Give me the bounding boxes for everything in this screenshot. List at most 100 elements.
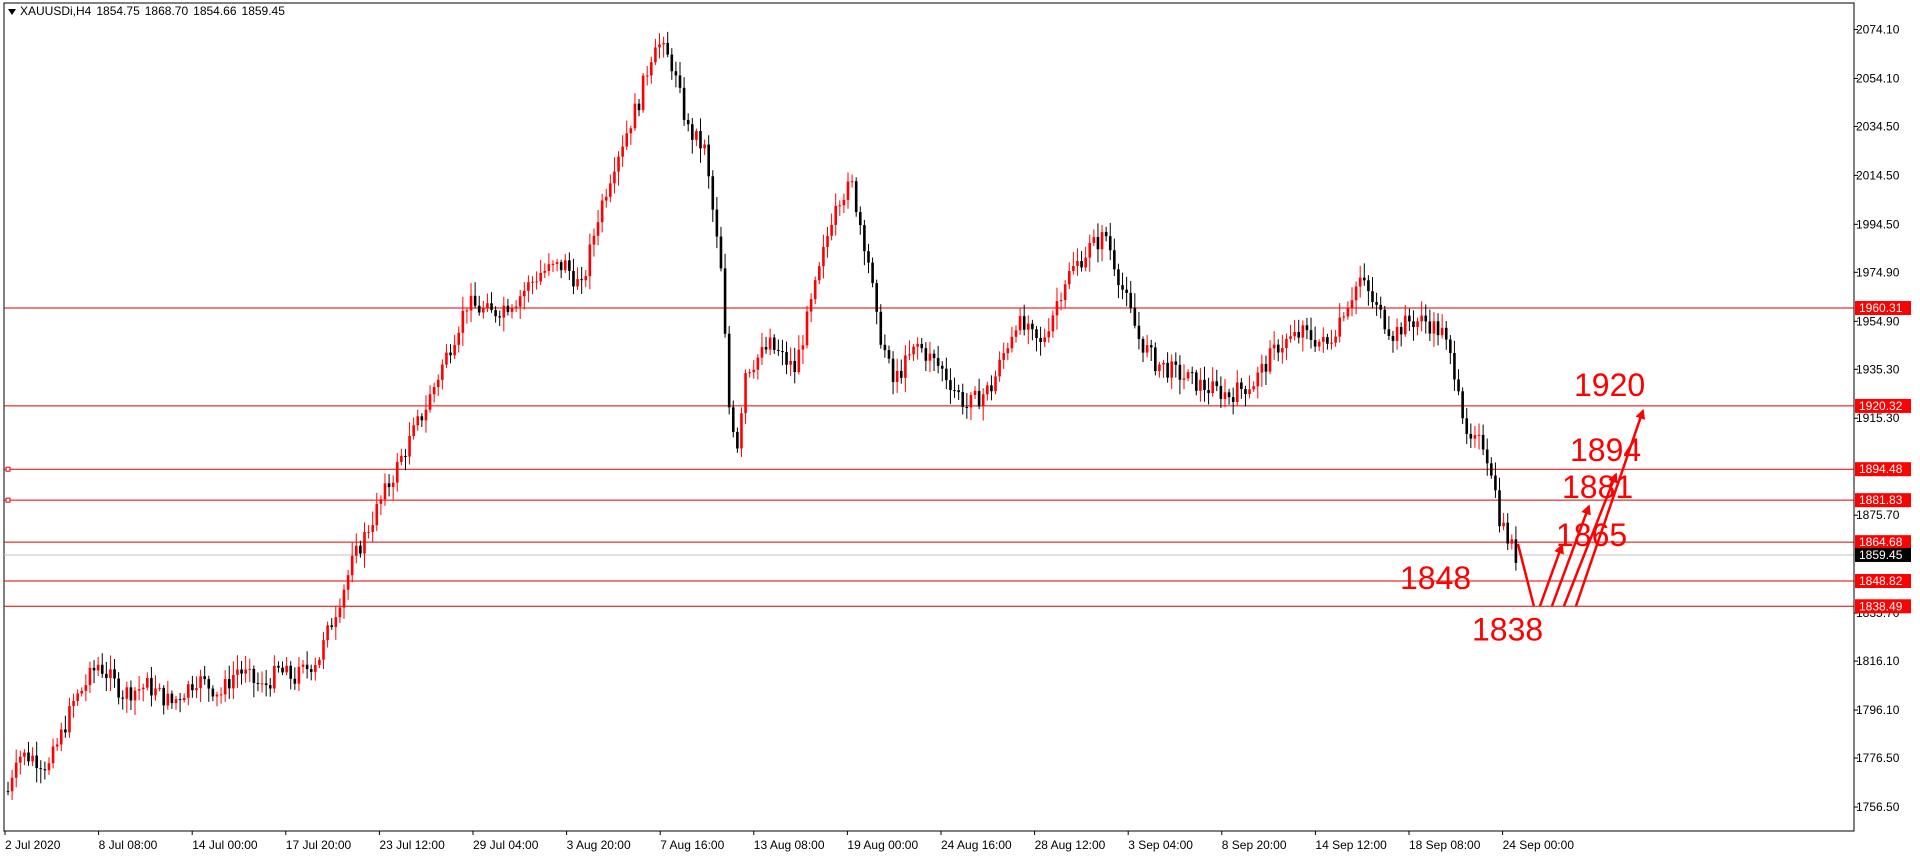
candle [1498, 477, 1501, 533]
candle [80, 687, 84, 697]
candle [10, 769, 14, 800]
candle [650, 56, 653, 84]
candle-body [404, 455, 407, 457]
candle-body [887, 350, 891, 359]
level-anchor-icon [5, 466, 11, 472]
candle-body [420, 416, 424, 421]
candle [486, 293, 489, 313]
candle [1215, 369, 1219, 392]
candle-body [55, 744, 59, 747]
candle-body [203, 676, 206, 680]
candle [969, 392, 973, 420]
candle [1367, 275, 1370, 306]
candle-body [891, 358, 895, 383]
candle-body [772, 337, 776, 350]
candle-body [1424, 315, 1428, 322]
candle [1408, 308, 1411, 331]
candle [793, 347, 797, 384]
candle [1170, 354, 1174, 389]
candle-body [441, 364, 444, 380]
candle [371, 511, 374, 542]
candle-body [1174, 361, 1178, 365]
candle [1162, 360, 1165, 378]
candle [88, 661, 92, 693]
candle-body [244, 669, 247, 674]
candle [178, 693, 182, 713]
candle-body [1338, 317, 1342, 337]
candle [125, 681, 129, 713]
candle [932, 349, 936, 372]
candle-body [744, 373, 747, 414]
candle-body [80, 690, 84, 694]
candle [1399, 322, 1403, 347]
candle-body [1436, 321, 1440, 336]
candle [92, 660, 96, 684]
candle [412, 417, 415, 440]
candle-body [371, 525, 374, 532]
candle [1490, 457, 1493, 479]
candle-body [498, 316, 502, 318]
candle [563, 253, 567, 273]
candle [1174, 352, 1178, 378]
candle [1084, 246, 1087, 272]
candle-body [838, 205, 842, 207]
price-chart[interactable]: 1920 18941881 1865 18481838 2074.10 2054.10 2… [0, 0, 1920, 858]
candle [268, 678, 272, 697]
candle [818, 262, 821, 285]
level-tag-label: 1838.49 [1859, 599, 1903, 613]
candle-body [424, 409, 428, 421]
x-tick-label: 8 Sep 20:00 [1222, 838, 1287, 852]
candle-body [1420, 315, 1423, 322]
candle [387, 474, 391, 497]
candle [1354, 281, 1358, 315]
current-price-tag: 1859.45 [1855, 547, 1911, 562]
candle [404, 448, 407, 471]
candle-body [1293, 331, 1296, 337]
candle-body [1498, 490, 1501, 527]
candle-body [1362, 277, 1366, 281]
candle [39, 760, 43, 784]
candle-body [654, 47, 657, 63]
candle-body [14, 762, 18, 778]
candle-body [64, 729, 67, 733]
candle [842, 193, 846, 214]
chart-window[interactable]: 1920 1894 1881 1865 1848 1838 2074.10 2054.10 2… [0, 0, 1920, 858]
candle-body [764, 347, 768, 350]
candle-body [1256, 372, 1260, 387]
candle-body [1334, 336, 1337, 343]
candle-body [121, 697, 125, 699]
candle [1194, 369, 1198, 396]
candle-body [1469, 433, 1473, 439]
candle [1440, 314, 1444, 339]
candle [682, 77, 686, 126]
candle [1137, 311, 1141, 350]
dropdown-triangle-icon[interactable] [8, 8, 16, 15]
candle-body [506, 305, 510, 312]
candle [1035, 326, 1038, 352]
candle-body [215, 694, 219, 697]
candle-body [1014, 330, 1018, 337]
candle [1022, 304, 1026, 336]
candle [1428, 309, 1432, 342]
candle [1309, 317, 1313, 349]
candle [1072, 252, 1075, 275]
candle-body [264, 683, 268, 686]
candle-body [150, 678, 153, 696]
candle [1391, 330, 1395, 353]
candle [895, 358, 899, 393]
candle-body [785, 352, 788, 365]
candle [949, 368, 952, 404]
candle-body [1158, 364, 1161, 372]
candle-body [928, 353, 932, 361]
candle-body [1199, 379, 1202, 391]
candle [678, 62, 682, 94]
candle-body [727, 333, 731, 408]
candle [400, 448, 403, 466]
candle-body [457, 332, 461, 345]
candle-body [477, 305, 481, 313]
candle-body [428, 394, 432, 410]
candle-body [301, 664, 305, 667]
candle-body [510, 308, 514, 312]
candle [809, 293, 813, 323]
candle-body [289, 665, 293, 679]
